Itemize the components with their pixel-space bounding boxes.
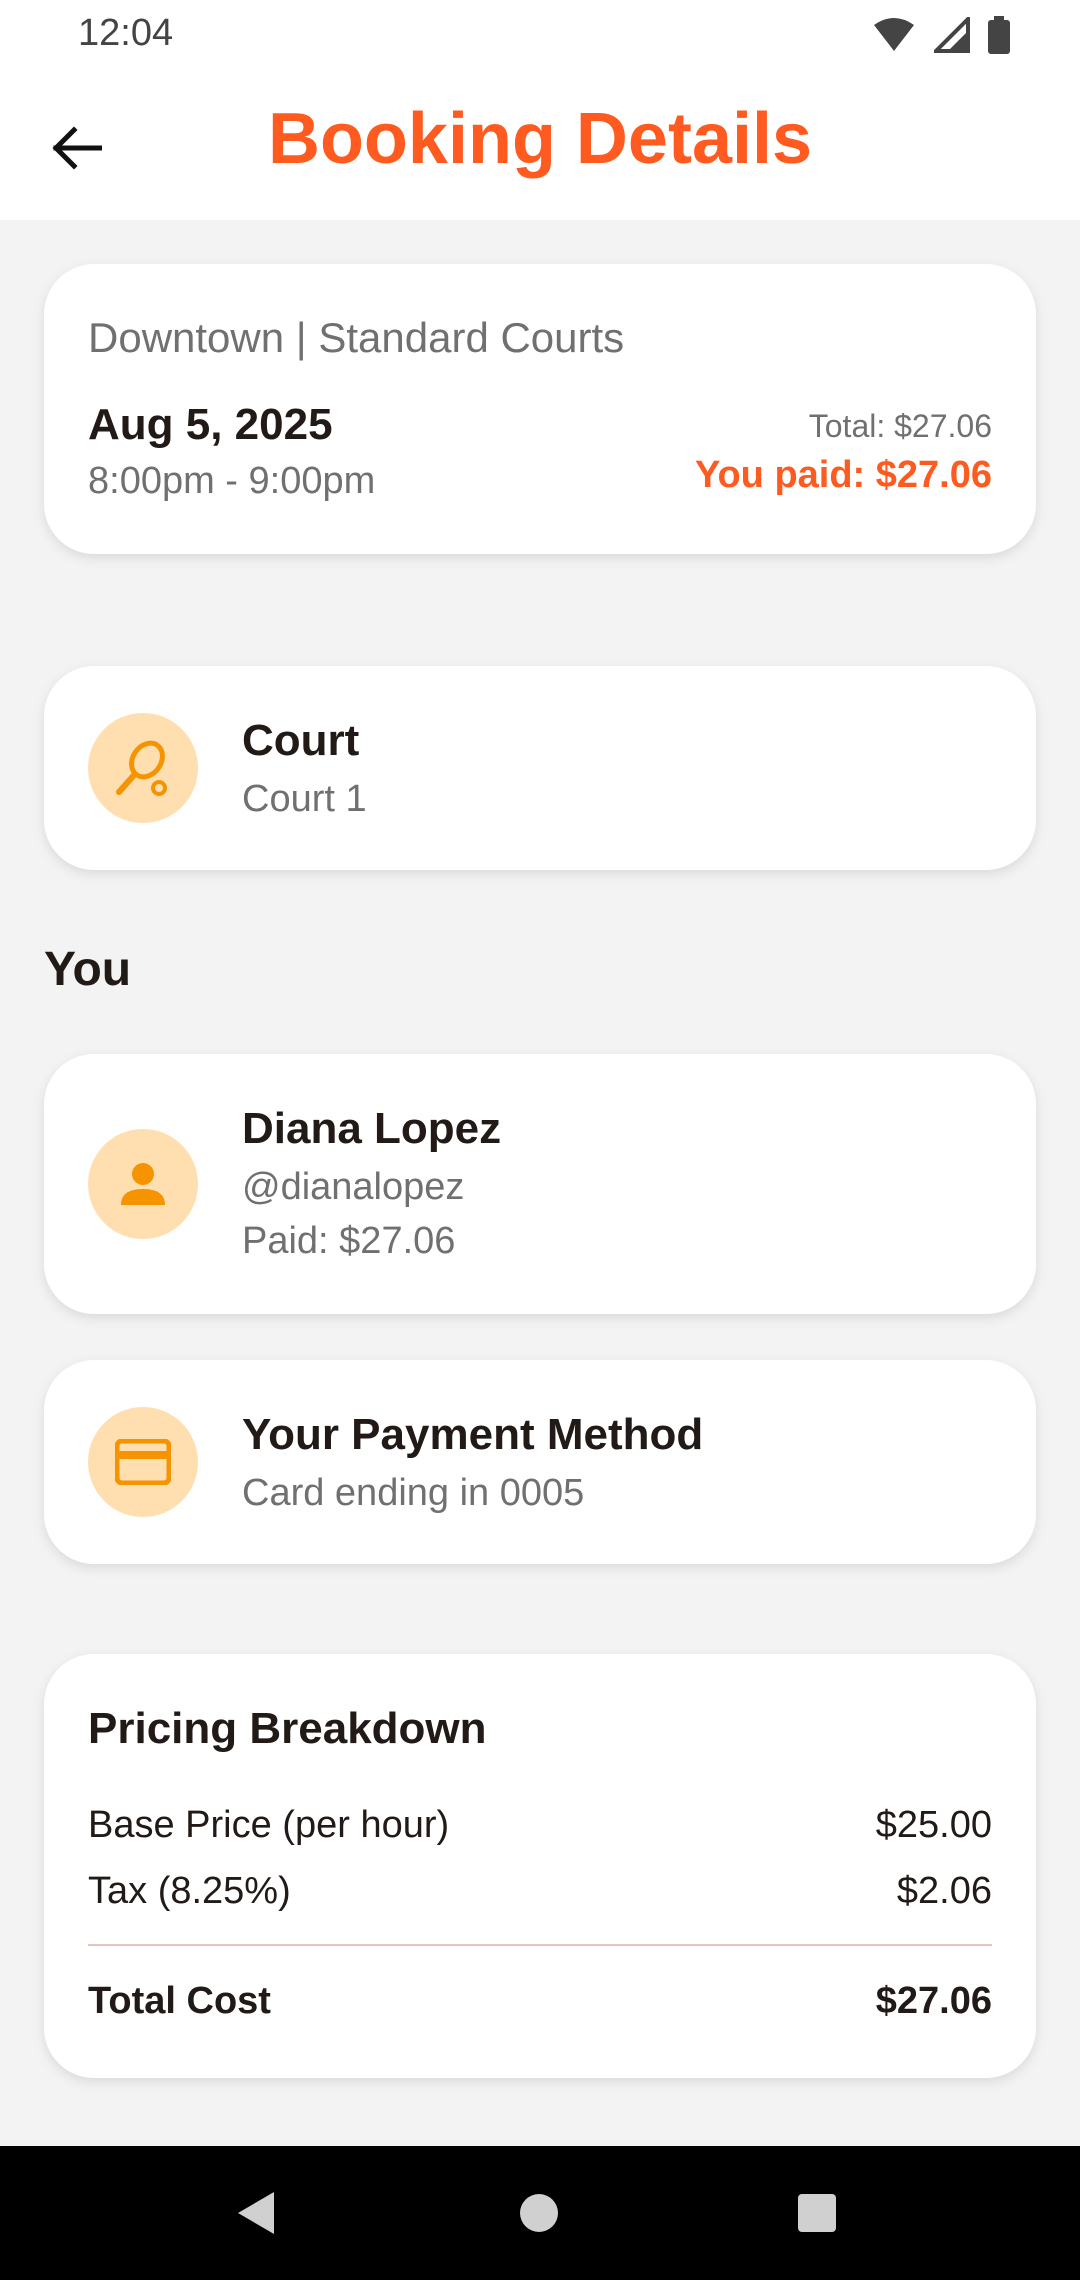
price-row-value: $2.06: [896, 1870, 992, 1912]
person-icon: [121, 1163, 165, 1205]
user-name: Diana Lopez: [242, 1104, 502, 1153]
status-time: 12:04: [78, 12, 174, 54]
booking-summary-card: Downtown | Standard Courts Aug 5, 2025 8…: [44, 264, 1036, 554]
user-icon-circle: [88, 1129, 198, 1239]
credit-card-icon: [115, 1439, 171, 1485]
booking-you-paid: You paid: $27.06: [694, 454, 992, 496]
nav-home-icon[interactable]: [518, 2192, 560, 2234]
price-row-label: Tax (8.25%): [88, 1870, 291, 1912]
price-row-total: Total Cost $27.06: [88, 1980, 992, 2023]
court-title: Court: [242, 716, 360, 765]
price-row-tax: Tax (8.25%) $2.06: [88, 1870, 992, 1913]
app-bar: Booking Details: [0, 70, 1080, 220]
booking-location: Downtown | Standard Courts: [88, 314, 625, 361]
booking-total: Total: $27.06: [808, 408, 992, 444]
system-nav-bar: [0, 2146, 1080, 2280]
booking-time-range: 8:00pm - 9:00pm: [88, 460, 376, 502]
user-card: Diana Lopez @dianalopez Paid: $27.06: [44, 1054, 1036, 1314]
wifi-icon: [874, 18, 914, 51]
nav-recents-icon[interactable]: [796, 2192, 838, 2234]
court-name: Court 1: [242, 778, 367, 820]
page-title: Booking Details: [267, 99, 813, 179]
status-bar: 12:04: [0, 0, 1080, 70]
payment-title: Your Payment Method: [242, 1410, 704, 1459]
nav-back-icon[interactable]: [234, 2190, 280, 2236]
total-cost-value: $27.06: [875, 1980, 992, 2022]
user-handle: @dianalopez: [242, 1166, 465, 1208]
user-paid: Paid: $27.06: [242, 1220, 456, 1262]
tennis-racket-icon: [116, 740, 167, 796]
payment-method-card: Your Payment Method Card ending in 0005: [44, 1360, 1036, 1564]
court-card: Court Court 1: [44, 666, 1036, 870]
pricing-title: Pricing Breakdown: [88, 1704, 487, 1753]
booking-date: Aug 5, 2025: [88, 400, 333, 449]
pricing-divider: [88, 1944, 992, 1946]
total-cost-label: Total Cost: [88, 1980, 271, 2022]
payment-icon-circle: [88, 1407, 198, 1517]
price-row-label: Base Price (per hour): [88, 1804, 450, 1846]
payment-detail: Card ending in 0005: [242, 1472, 585, 1514]
price-row-base: Base Price (per hour) $25.00: [88, 1804, 992, 1847]
court-icon-circle: [88, 713, 198, 823]
pricing-breakdown-card: Pricing Breakdown Base Price (per hour) …: [44, 1654, 1036, 2078]
cell-signal-icon: [934, 17, 970, 53]
price-row-value: $25.00: [875, 1804, 992, 1846]
battery-icon: [988, 16, 1010, 54]
you-section-label: You: [44, 943, 132, 996]
